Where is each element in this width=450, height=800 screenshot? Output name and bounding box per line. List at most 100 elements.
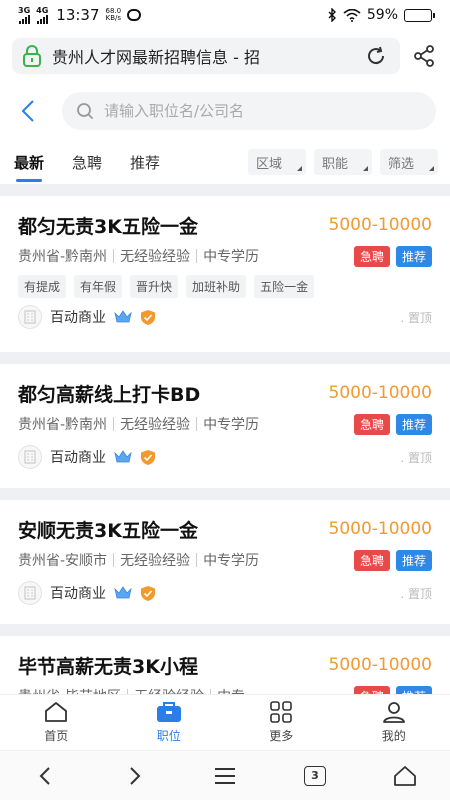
urgent-badge: 急聘 bbox=[353, 245, 390, 267]
signal-indicator-1: 3G bbox=[18, 6, 30, 24]
tab-latest[interactable]: 最新 bbox=[14, 140, 44, 184]
job-location: 贵州省-毕节地区 bbox=[18, 686, 121, 694]
search-row bbox=[0, 82, 450, 140]
search-box[interactable] bbox=[62, 92, 436, 130]
chevron-left-icon bbox=[39, 766, 50, 785]
verified-shield-icon bbox=[141, 585, 155, 601]
menu-icon bbox=[215, 767, 235, 784]
verified-shield-icon bbox=[141, 309, 155, 325]
job-education: 中专 bbox=[217, 686, 245, 694]
nav-home[interactable]: 首页 bbox=[0, 695, 113, 750]
job-location: 贵州省-黔南州 bbox=[18, 417, 108, 433]
recommend-badge: 推荐 bbox=[395, 245, 432, 267]
job-location: 贵州省-安顺市 bbox=[18, 553, 108, 569]
tab-count: 3 bbox=[304, 765, 326, 786]
search-input[interactable] bbox=[104, 102, 422, 120]
browser-menu-button[interactable] bbox=[205, 756, 245, 796]
browser-toolbar: 3 bbox=[0, 750, 450, 800]
urgent-badge: 急聘 bbox=[353, 413, 390, 435]
filter-more[interactable]: 筛选 bbox=[380, 149, 438, 175]
job-title: 都匀高薪线上打卡BD bbox=[18, 383, 201, 406]
job-education: 中专学历 bbox=[203, 249, 260, 265]
urgent-badge: 急聘 bbox=[353, 685, 390, 694]
job-experience: 无经验经验 bbox=[120, 553, 191, 569]
wifi-icon bbox=[343, 8, 361, 22]
company-logo-icon bbox=[18, 581, 42, 605]
job-education: 中专学历 bbox=[203, 553, 260, 569]
job-salary: 5000-10000 bbox=[328, 519, 432, 539]
company-name: 百动商业 bbox=[50, 586, 106, 602]
crown-vip-icon bbox=[114, 310, 132, 323]
grid-icon bbox=[270, 701, 293, 723]
battery-icon bbox=[404, 8, 435, 22]
nav-jobs[interactable]: 职位 bbox=[113, 695, 226, 750]
clock: 13:37 bbox=[56, 6, 100, 24]
job-tag: 五险一金 bbox=[254, 274, 315, 298]
dropdown-triangle-icon bbox=[429, 166, 434, 171]
browser-tabs-button[interactable]: 3 bbox=[295, 756, 335, 796]
job-experience: 无经验经验 bbox=[120, 249, 191, 265]
tab-urgent[interactable]: 急聘 bbox=[72, 140, 102, 184]
job-title: 毕节高薪无责3K小程 bbox=[18, 655, 198, 678]
company-name: 百动商业 bbox=[50, 450, 106, 466]
dropdown-triangle-icon bbox=[297, 166, 302, 171]
page-title: 贵州人才网最新招聘信息 - 招 bbox=[52, 48, 260, 67]
job-card[interactable]: 安顺无责3K五险一金 5000-10000 贵州省-安顺市 无经验经验 中专学历… bbox=[0, 500, 450, 624]
browser-address-bar: 贵州人才网最新招聘信息 - 招 bbox=[0, 30, 450, 82]
dropdown-triangle-icon bbox=[363, 166, 368, 171]
recommend-badge: 推荐 bbox=[395, 413, 432, 435]
browser-home-button[interactable] bbox=[385, 756, 425, 796]
job-title: 安顺无责3K五险一金 bbox=[18, 519, 198, 542]
crown-vip-icon bbox=[114, 450, 132, 463]
pinned-label: . 置顶 bbox=[400, 586, 432, 601]
job-title: 都匀无责3K五险一金 bbox=[18, 215, 198, 238]
signal-indicator-2: 4G bbox=[36, 6, 48, 24]
lock-icon bbox=[23, 45, 41, 67]
verified-shield-icon bbox=[141, 449, 155, 465]
home-icon bbox=[45, 702, 68, 722]
url-field[interactable]: 贵州人才网最新招聘信息 - 招 bbox=[12, 38, 400, 74]
pinned-label: . 置顶 bbox=[400, 310, 432, 325]
recommend-badge: 推荐 bbox=[395, 549, 432, 571]
nav-more[interactable]: 更多 bbox=[225, 695, 338, 750]
job-tag: 晋升快 bbox=[130, 274, 179, 298]
job-card[interactable]: 毕节高薪无责3K小程 5000-10000 贵州省-毕节地区 无经验经验 中专 … bbox=[0, 636, 450, 694]
company-logo-icon bbox=[18, 445, 42, 469]
job-experience: 无经验经验 bbox=[134, 686, 204, 694]
recommend-badge: 推荐 bbox=[395, 685, 432, 694]
urgent-badge: 急聘 bbox=[353, 549, 390, 571]
job-salary: 5000-10000 bbox=[328, 383, 432, 403]
bluetooth-icon bbox=[328, 8, 336, 22]
tab-recommended[interactable]: 推荐 bbox=[130, 140, 160, 184]
job-salary: 5000-10000 bbox=[328, 215, 432, 235]
company-logo-icon bbox=[18, 305, 42, 329]
company-name: 百动商业 bbox=[50, 310, 106, 326]
job-tag: 加班补助 bbox=[186, 274, 247, 298]
job-salary: 5000-10000 bbox=[328, 655, 432, 675]
share-icon[interactable] bbox=[410, 42, 438, 70]
job-location: 贵州省-黔南州 bbox=[18, 249, 108, 265]
user-icon bbox=[382, 702, 405, 723]
home-outline-icon bbox=[394, 765, 416, 786]
job-tag: 有年假 bbox=[74, 274, 123, 298]
filter-function[interactable]: 职能 bbox=[314, 149, 372, 175]
browser-forward-button[interactable] bbox=[115, 756, 155, 796]
job-list: 都匀无责3K五险一金 5000-10000 贵州省-黔南州 无经验经验 中专学历… bbox=[0, 184, 450, 694]
job-tags: 有提成 有年假 晋升快 加班补助 五险一金 bbox=[18, 272, 432, 300]
network-speed: 68.0 KB/s bbox=[105, 7, 122, 22]
job-card[interactable]: 都匀无责3K五险一金 5000-10000 贵州省-黔南州 无经验经验 中专学历… bbox=[0, 196, 450, 352]
job-card[interactable]: 都匀高薪线上打卡BD 5000-10000 贵州省-黔南州 无经验经验 中专学历… bbox=[0, 364, 450, 488]
back-arrow-icon[interactable] bbox=[14, 97, 42, 125]
browser-back-button[interactable] bbox=[25, 756, 65, 796]
nav-profile[interactable]: 我的 bbox=[338, 695, 450, 750]
tabs-row: 最新 急聘 推荐 区域 职能 筛选 bbox=[0, 140, 450, 184]
refresh-icon[interactable] bbox=[362, 42, 390, 70]
filter-region[interactable]: 区域 bbox=[248, 149, 306, 175]
battery-percent: 59% bbox=[366, 7, 398, 23]
crown-vip-icon bbox=[114, 586, 132, 599]
job-experience: 无经验经验 bbox=[120, 417, 191, 433]
chevron-right-icon bbox=[130, 766, 141, 785]
status-bar: 3G 4G 13:37 68.0 KB/s 59% bbox=[0, 0, 450, 30]
search-icon bbox=[77, 103, 94, 120]
wechat-icon bbox=[127, 9, 142, 21]
